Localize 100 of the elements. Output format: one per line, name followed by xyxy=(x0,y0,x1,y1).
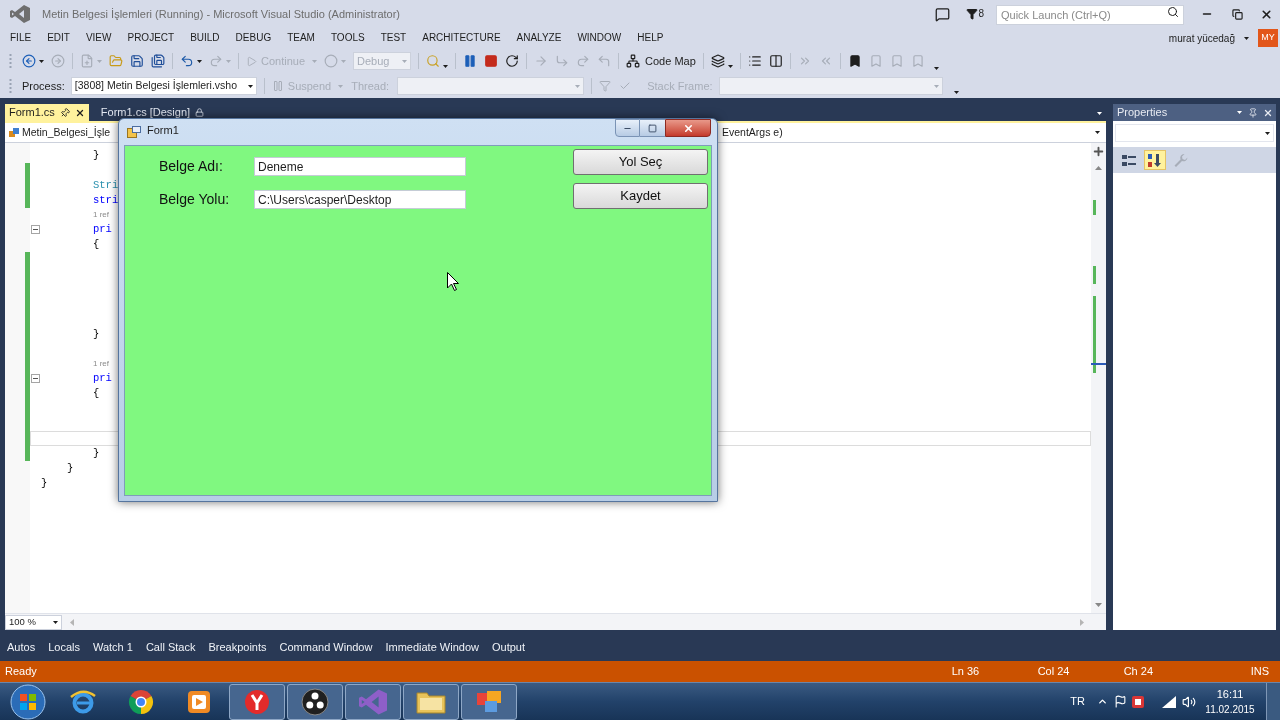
menu-item[interactable]: FILE xyxy=(10,33,32,43)
tool-window-tab[interactable]: Breakpoints xyxy=(207,640,268,655)
member-dropdown[interactable]: EventArgs e) xyxy=(718,123,1106,142)
code-text: { xyxy=(93,239,100,250)
menu-item[interactable]: ANALYZE xyxy=(516,33,562,43)
insert-mode: INS xyxy=(1250,664,1269,680)
minus-box-icon[interactable] xyxy=(31,374,40,383)
user-avatar[interactable]: MY xyxy=(1258,29,1278,47)
form-button[interactable]: Yol Seç xyxy=(573,149,708,175)
document-tab[interactable]: Form1.cs [Design] xyxy=(96,104,209,121)
chevron-up-icon[interactable] xyxy=(1097,696,1108,707)
process-dropdown[interactable]: [3808] Metin Belgesi İşlemleri.vsho xyxy=(70,77,257,95)
tab-list-caret-icon[interactable] xyxy=(1097,112,1102,115)
sort-down-icon[interactable] xyxy=(1144,150,1166,170)
caret-icon[interactable] xyxy=(53,620,58,624)
tray-app-icon[interactable] xyxy=(1132,695,1144,708)
line-number: Ln 36 xyxy=(951,664,981,680)
menu-item[interactable]: TEAM xyxy=(287,33,315,43)
check-icon[interactable] xyxy=(619,80,632,92)
restart-icon[interactable] xyxy=(505,54,520,68)
minus-box-icon[interactable] xyxy=(31,225,40,234)
scroll-down-icon[interactable] xyxy=(1095,603,1102,607)
close-button[interactable] xyxy=(665,119,711,137)
language-indicator[interactable]: TR xyxy=(1070,693,1085,710)
char-number: Ch 24 xyxy=(1123,664,1154,680)
caret-icon[interactable] xyxy=(1237,111,1242,114)
speech-bubble-icon[interactable] xyxy=(935,6,951,22)
menu-item[interactable]: TOOLS xyxy=(330,33,365,43)
code-text: pri xyxy=(93,224,112,235)
tool-window-tab[interactable]: Immediate Window xyxy=(384,640,480,655)
vertical-scrollbar[interactable] xyxy=(1091,143,1106,613)
flag-icon[interactable] xyxy=(1114,695,1127,708)
code-text: pri xyxy=(93,373,112,384)
save-icon[interactable] xyxy=(130,54,144,68)
bookmark-icon[interactable] xyxy=(847,54,862,68)
code-text: } xyxy=(67,463,74,474)
maximize-icon xyxy=(648,123,657,133)
menu-item[interactable]: ARCHITECTURE xyxy=(422,33,501,43)
pin-icon[interactable] xyxy=(1248,107,1258,118)
overflow-caret-icon[interactable] xyxy=(953,91,959,94)
tool-window-tab[interactable]: Command Window xyxy=(278,640,374,655)
taskbar-button[interactable] xyxy=(287,683,343,720)
tool-window-tab[interactable]: Locals xyxy=(47,640,81,655)
split-plus-icon[interactable] xyxy=(1092,145,1105,158)
start-orb-icon[interactable] xyxy=(9,683,46,720)
list-icon[interactable] xyxy=(747,54,762,68)
menu-item[interactable]: WINDOW xyxy=(577,33,622,43)
pause-icon[interactable] xyxy=(463,54,478,68)
menu-item[interactable]: DEBUG xyxy=(235,33,272,43)
caret-icon[interactable] xyxy=(1265,131,1270,135)
menu-item[interactable]: VIEW xyxy=(85,33,112,43)
grip-icon[interactable] xyxy=(9,53,12,69)
tool-window-tab[interactable]: Watch 1 xyxy=(91,640,134,655)
overflow-caret-icon[interactable] xyxy=(933,67,939,70)
form-button[interactable]: Kaydet xyxy=(573,183,708,209)
clock-date[interactable]: 11.02.2015 xyxy=(1205,701,1255,717)
text-field[interactable]: Deneme xyxy=(254,157,466,176)
tool-window-tab[interactable]: Autos xyxy=(6,640,37,655)
grip-icon[interactable] xyxy=(9,78,12,94)
menu-item[interactable]: HELP xyxy=(637,33,664,43)
close-icon[interactable] xyxy=(74,107,85,118)
funnel-icon xyxy=(966,8,979,20)
caret-icon[interactable] xyxy=(39,59,44,63)
signal-icon[interactable] xyxy=(1162,695,1176,708)
minimize-button[interactable] xyxy=(615,119,640,137)
zoom-dropdown[interactable]: 100 % xyxy=(5,614,62,630)
tool-window-tab[interactable]: Output xyxy=(491,640,526,655)
columns-icon[interactable] xyxy=(768,54,783,68)
text-field[interactable]: C:\Users\casper\Desktop xyxy=(254,190,466,209)
layers-icon[interactable] xyxy=(710,54,725,68)
code-lens-text: 1 ref xyxy=(93,360,109,368)
scroll-up-icon[interactable] xyxy=(1095,166,1102,170)
maximize-button[interactable] xyxy=(640,119,665,137)
menu-item[interactable]: EDIT xyxy=(47,33,70,43)
project-dropdown[interactable]: Metin_Belgesi_İşle xyxy=(5,123,118,142)
account-name[interactable]: murat yücedağ xyxy=(1168,30,1235,46)
save-all-icon[interactable] xyxy=(151,54,165,68)
notifications-button[interactable]: 8 xyxy=(966,8,984,20)
close-icon xyxy=(1259,7,1273,21)
caret-icon[interactable] xyxy=(1095,131,1100,134)
clock-time[interactable]: 16:11 xyxy=(1216,686,1244,702)
menu-item[interactable]: TEST xyxy=(380,33,407,43)
caret-icon[interactable] xyxy=(247,84,253,88)
code-map-button[interactable]: Code Map xyxy=(626,54,696,68)
status-text: Ready xyxy=(5,664,37,680)
menu-item[interactable]: PROJECT xyxy=(127,33,175,43)
document-tab[interactable]: Form1.cs xyxy=(5,104,89,121)
tool-window-tab[interactable]: Call Stack xyxy=(144,640,197,655)
caret-icon[interactable] xyxy=(1244,36,1249,40)
caret-icon[interactable] xyxy=(727,65,733,68)
caret-icon[interactable] xyxy=(443,65,449,68)
taskbar-button[interactable] xyxy=(229,683,285,720)
caret-icon[interactable] xyxy=(197,59,202,63)
quick-launch-field[interactable]: Quick Launch (Ctrl+Q) xyxy=(996,5,1184,25)
field-label: Belge Yolu: xyxy=(159,190,231,209)
menu-item[interactable]: BUILD xyxy=(190,33,220,43)
search-icon[interactable] xyxy=(1167,6,1179,18)
volume-icon[interactable] xyxy=(1182,694,1196,709)
stop-icon[interactable] xyxy=(484,54,499,68)
undo-icon[interactable] xyxy=(180,54,194,68)
